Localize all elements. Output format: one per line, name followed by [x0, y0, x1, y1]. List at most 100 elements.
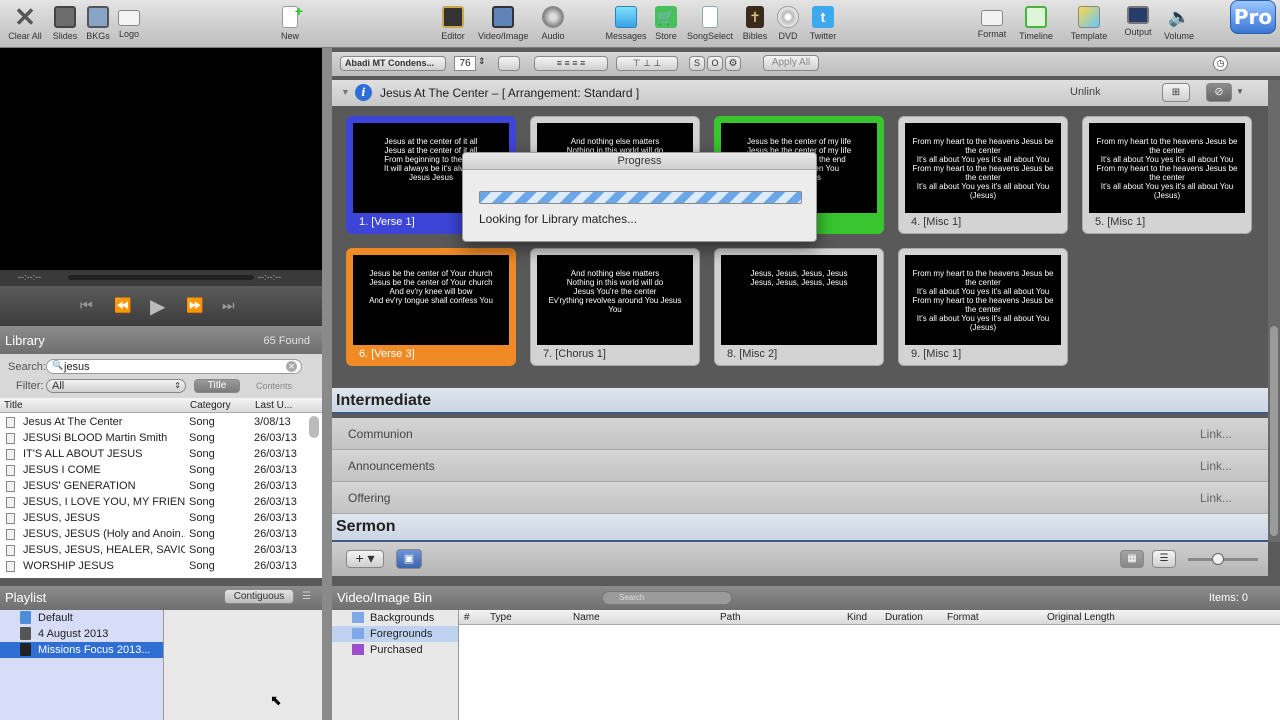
outline-button[interactable]: O [707, 56, 723, 71]
grid-view-icon[interactable]: ▦ [1120, 550, 1144, 568]
add-button[interactable]: + ▾ [346, 550, 384, 568]
rewind-icon[interactable]: ⏪ [114, 297, 131, 314]
format-button[interactable]: Format [967, 4, 1017, 39]
column-type[interactable]: Type [490, 612, 512, 623]
column-title[interactable]: Title [4, 400, 23, 411]
library-row[interactable]: WORSHIP JESUS Song 26/03/13 [0, 559, 308, 575]
section-intermediate[interactable]: Intermediate [332, 388, 1268, 414]
section-item-offering[interactable]: Offering Link... [332, 482, 1268, 514]
filter-label: Filter: [16, 380, 44, 392]
slide-6[interactable]: Jesus be the center of Your church Jesus… [346, 248, 516, 366]
skip-forward-icon[interactable]: ⏭ [222, 297, 235, 314]
library-row[interactable]: IT'S ALL ABOUT JESUS Song 26/03/13 [0, 447, 308, 463]
contents-toggle[interactable]: Contents [246, 381, 302, 391]
timeline-button[interactable]: Timeline [1011, 4, 1061, 41]
audio-button[interactable]: Audio [528, 4, 578, 41]
library-row[interactable]: JESUS' GENERATION Song 26/03/13 [0, 479, 308, 495]
column-format[interactable]: Format [947, 612, 979, 623]
main-scrollbar[interactable] [1270, 326, 1278, 536]
slide-8[interactable]: Jesus, Jesus, Jesus, Jesus Jesus, Jesus,… [714, 248, 884, 366]
link-button[interactable]: Link... [1200, 459, 1232, 473]
section-item-communion[interactable]: Communion Link... [332, 418, 1268, 450]
contiguous-button[interactable]: Contiguous [224, 589, 294, 604]
link-button[interactable]: Link... [1200, 491, 1232, 505]
column-name[interactable]: Name [573, 612, 600, 623]
slide-9[interactable]: From my heart to the heavens Jesus be th… [898, 248, 1068, 366]
folder-foregrounds[interactable]: Foregrounds [332, 626, 458, 642]
cart-icon: 🛒 [655, 6, 677, 28]
stepper-icon[interactable]: ⇕ [478, 56, 486, 67]
library-row[interactable]: JESUS, I LOVE YOU, MY FRIEND Song 26/03/13 [0, 495, 308, 511]
volume-button[interactable]: 🔈 Volume [1154, 4, 1204, 41]
twitter-button[interactable]: t Twitter [798, 4, 848, 41]
menu-lines-icon[interactable]: ☰ [302, 591, 311, 602]
library-scrollbar[interactable] [309, 416, 319, 438]
folder-backgrounds[interactable]: Backgrounds [332, 610, 458, 626]
songselect-button[interactable]: SongSelect [685, 4, 735, 41]
playlist-item-default[interactable]: Default [0, 610, 163, 626]
scrubber-track[interactable] [68, 275, 254, 280]
column-duration[interactable]: Duration [885, 612, 923, 623]
unlink-button[interactable]: Unlink [1070, 86, 1101, 98]
new-button[interactable]: + New [265, 3, 315, 41]
section-sermon[interactable]: Sermon [332, 514, 1268, 542]
library-row[interactable]: JESUS, JESUS Song 26/03/13 [0, 511, 308, 527]
vertical-align-buttons[interactable]: ⊤ ⊥ ⊥ [616, 56, 678, 71]
font-select[interactable]: Abadi MT Condens... [340, 56, 446, 71]
library-table-header: Title Category Last U... [0, 398, 322, 413]
column-original-length[interactable]: Original Length [1047, 612, 1115, 623]
play-icon[interactable]: ▶ [150, 294, 165, 319]
template-button[interactable]: Template [1064, 4, 1114, 41]
filter-select[interactable]: All ⇕ [46, 379, 186, 393]
list-view-icon[interactable]: ☰ [1152, 550, 1176, 568]
skip-back-icon[interactable]: ⏮ [80, 297, 93, 314]
clock-icon[interactable]: ◷ [1213, 56, 1228, 71]
playlist-item-4-august[interactable]: 4 August 2013 [0, 626, 163, 642]
media-cue-icon[interactable]: ▣ [396, 549, 422, 569]
disclosure-triangle-icon[interactable]: ▼ [341, 87, 350, 97]
playlist-item-missions-focus[interactable]: Missions Focus 2013... [0, 642, 163, 658]
clear-search-icon[interactable]: ✕ [286, 361, 297, 372]
text-box-button[interactable] [498, 56, 520, 71]
library-row[interactable]: JESUS I COME Song 26/03/13 [0, 463, 308, 479]
column-path[interactable]: Path [720, 612, 741, 623]
zoom-slider-knob[interactable] [1212, 553, 1224, 565]
arrangement-icon[interactable]: ⊞ [1162, 83, 1190, 102]
column-last-used[interactable]: Last U... [255, 400, 292, 411]
editor-button[interactable]: Editor [428, 4, 478, 41]
video-image-button[interactable]: Video/Image [478, 4, 528, 41]
slide-7[interactable]: And nothing else matters Nothing in this… [530, 248, 700, 366]
info-icon[interactable]: i [355, 84, 372, 101]
time-elapsed: --:--:-- [18, 272, 41, 282]
fast-forward-icon[interactable]: ⏩ [186, 297, 203, 314]
bin-search-input[interactable]: Search [602, 591, 732, 605]
splitter-vertical[interactable] [322, 48, 332, 720]
no-symbol-icon[interactable]: ⊘ [1206, 83, 1232, 102]
link-button[interactable]: Link... [1200, 427, 1232, 441]
gear-icon[interactable]: ⚙ [725, 56, 741, 71]
progress-message: Looking for Library matches... [479, 212, 638, 226]
apply-all-button[interactable]: Apply All [763, 55, 819, 71]
slide-4[interactable]: From my heart to the heavens Jesus be th… [898, 116, 1068, 234]
column-number[interactable]: # [464, 612, 470, 623]
font-size-input[interactable]: 76 [454, 56, 476, 71]
column-category[interactable]: Category [190, 400, 231, 411]
zoom-slider[interactable] [1188, 553, 1258, 565]
alignment-buttons[interactable]: ≡ ≡ ≡ ≡ [534, 56, 608, 71]
chevron-down-icon[interactable]: ▼ [1236, 87, 1244, 96]
logo-button[interactable]: Logo [104, 4, 154, 39]
library-search-input[interactable]: 🔍 jesus ✕ [46, 359, 302, 374]
library-row[interactable]: JESUSi BLOOD Martin Smith Song 26/03/13 [0, 431, 308, 447]
section-item-announcements[interactable]: Announcements Link... [332, 450, 1268, 482]
library-row[interactable]: JESUS, JESUS, HEALER, SAVIOUR Song 26/03/1… [0, 543, 308, 559]
title-toggle[interactable]: Title [194, 379, 240, 393]
store-button[interactable]: 🛒 Store [641, 4, 691, 41]
column-kind[interactable]: Kind [847, 612, 867, 623]
shadow-button[interactable]: S [689, 56, 705, 71]
section-item-name: Communion [348, 427, 413, 441]
library-row[interactable]: JESUS, JESUS (Holy and Anoin... Song 26/03… [0, 527, 308, 543]
video-image-icon [492, 6, 514, 28]
slide-5[interactable]: From my heart to the heavens Jesus be th… [1082, 116, 1252, 234]
library-row[interactable]: Jesus At The Center Song 3/08/13 [0, 415, 308, 431]
folder-purchased[interactable]: Purchased [332, 642, 458, 658]
